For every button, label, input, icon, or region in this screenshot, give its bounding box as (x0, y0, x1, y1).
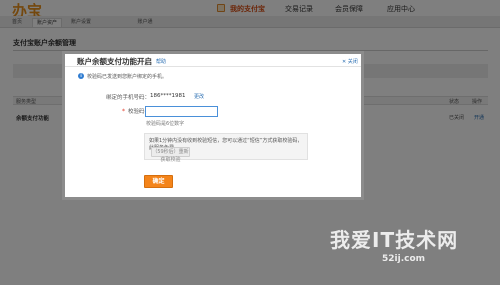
phone-label: 绑定的手机号码： (106, 95, 151, 101)
enable-balance-payment-dialog: 账户余额支付功能开启 帮助 ✕ 关闭 i 校验码已发送到您账户绑定的手机。 绑定… (62, 51, 364, 200)
change-phone-link[interactable]: 更改 (194, 93, 204, 100)
dialog-title: 账户余额支付功能开启 (77, 57, 152, 66)
info-message: 校验码已发送到您账户绑定的手机。 (87, 74, 168, 80)
required-marker: * (122, 108, 125, 115)
verification-code-input[interactable] (145, 106, 218, 117)
phone-value: 186****1981 (150, 93, 186, 99)
resend-code-button[interactable]: （59秒后）重新获取校验 (151, 147, 190, 163)
help-link[interactable]: 帮助 (156, 58, 166, 65)
watermark-url: 52ij.com (382, 254, 426, 264)
close-button[interactable]: ✕ 关闭 (342, 58, 358, 65)
info-icon: i (78, 73, 84, 79)
close-label: 关闭 (347, 59, 358, 65)
dialog-header: 账户余额支付功能开启 帮助 ✕ 关闭 (65, 54, 361, 67)
resend-note-box: 如果1分钟内没有收到校验短信，您可以通过“短信”方式获取校验码，此服务免费。 （… (144, 133, 308, 163)
code-hint: 校验码是6位数字 (146, 121, 185, 127)
watermark: 我爱IT技术网 52ij.com (286, 216, 491, 280)
watermark-text: 我爱IT技术网 (330, 228, 459, 252)
confirm-button[interactable]: 确定 (144, 175, 173, 188)
